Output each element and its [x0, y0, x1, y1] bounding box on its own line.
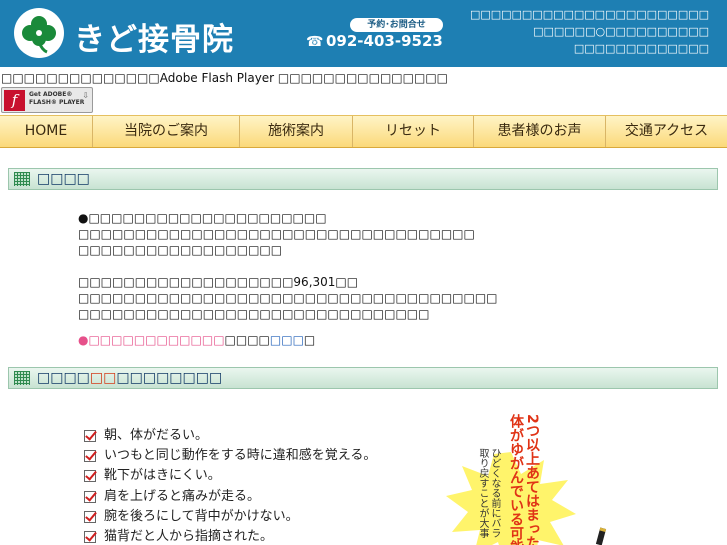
list-item-text: 肩を上げると痛みが走る。 — [104, 488, 261, 504]
list-item: いつもと同じ動作をする時に違和感を覚える。 — [84, 446, 376, 466]
section-title: □□□□□□□□□□□□□□ — [37, 370, 222, 386]
header-info: □□□□□□□□□□□□□□□□□□□□□□□ □□□□□□○□□□□□□□□□… — [470, 6, 709, 57]
checkmark-icon — [84, 450, 96, 463]
list-item: 朝、体がだるい。 — [84, 426, 376, 446]
section-heading: □□□□ — [8, 168, 718, 190]
grid-bullet-icon — [14, 371, 30, 385]
flash-badge-line1: Get ADOBE® — [29, 91, 73, 98]
list-item: 猫背だと人から指摘された。 — [84, 527, 376, 545]
intro-line: □□□□□□□□□□□□□□□□□□□□□□□□□□□□□□□□□□□□□ — [78, 291, 498, 305]
intro-line: □□□□□□□□□□□□□□□□□□□□□□□□□□□□□□□□□□□ — [78, 227, 475, 241]
main-nav: HOME 当院のご案内 施術案内 リセット 患者様のお声 交通アクセス — [0, 115, 727, 148]
intro-line: □□□□□□□□□□□□□□□□□□□□□□□□□□□□□□□ — [78, 307, 430, 321]
list-item-text: 靴下がはきにくい。 — [104, 468, 221, 484]
callout-sub-col: ひどくなる前にバラ — [489, 448, 500, 538]
nav-reset[interactable]: リセット — [353, 116, 474, 147]
nav-treatment[interactable]: 施術案内 — [240, 116, 353, 147]
list-item-text: いつもと同じ動作をする時に違和感を覚える。 — [104, 448, 377, 464]
flash-badge-line2: FLASH® PLAYER — [29, 99, 85, 106]
callout-main-col: 2つ以上あてはまった — [524, 414, 540, 545]
checkmark-icon — [84, 470, 96, 483]
link-line-text: □□□□ — [224, 333, 270, 347]
section-title-part: □□□□□□□□ — [116, 370, 223, 386]
link-line: ●□□□□□□□□□□□□□□□□□□□□ — [78, 332, 315, 348]
intro-line: □□□□□□□□□□□□□□□□□□□96,301□□ — [78, 275, 359, 289]
flash-notice: □□□□□□□□□□□□□□Adobe Flash Player □□□□□□□… — [1, 71, 448, 85]
pink-link[interactable]: ●□□□□□□□□□□□□ — [78, 333, 225, 347]
nav-home[interactable]: HOME — [0, 116, 93, 147]
site-title[interactable]: きど接骨院 — [74, 14, 234, 59]
callout-sub-text: ひどくなる前にバラ 取り戻すことが大事 — [476, 448, 500, 538]
nav-access[interactable]: 交通アクセス — [606, 116, 727, 147]
list-item-text: 朝、体がだるい。 — [104, 428, 209, 444]
section-title-highlight: □□ — [89, 370, 117, 386]
nav-testimonials[interactable]: 患者様のお声 — [474, 116, 606, 147]
checkmark-icon — [84, 490, 96, 503]
callout-main-col: 体がゆがんでいる可能性 — [508, 414, 524, 545]
section-heading: □□□□□□□□□□□□□□ — [8, 367, 718, 389]
symptom-checklist: 朝、体がだるい。 いつもと同じ動作をする時に違和感を覚える。 靴下がはきにくい。… — [84, 426, 376, 545]
site-header: きど接骨院 予約･お問合せ ☎ 092-403-9523 □□□□□□□□□□□□… — [0, 0, 727, 67]
intro-line: □□□□□□□□□□□□□□□□□□ — [78, 243, 283, 257]
telephone-icon: ☎ — [306, 34, 324, 50]
contact-button[interactable]: 予約･お問合せ — [350, 18, 443, 32]
callout-main-text: 2つ以上あてはまった 体がゆがんでいる可能性 — [508, 414, 540, 545]
grid-bullet-icon — [14, 172, 30, 186]
flash-icon: f — [4, 90, 25, 111]
section-title: □□□□ — [37, 171, 90, 187]
section-title-part: □□□□ — [37, 370, 90, 386]
link-line-tail: □ — [303, 333, 316, 347]
checkmark-icon — [84, 531, 96, 544]
checkmark-icon — [84, 510, 96, 523]
phone-number: ☎ 092-403-9523 — [306, 32, 443, 50]
list-item: 肩を上げると痛みが走る。 — [84, 487, 376, 507]
list-item: 靴下がはきにくい。 — [84, 466, 376, 486]
header-info-line: □□□□□□□□□□□□□□□□□□□□□□□ — [469, 8, 709, 21]
intro-line: ●□□□□□□□□□□□□□□□□□□□□□ — [78, 211, 327, 225]
callout-sub-col: 取り戻すことが大事 — [477, 448, 488, 538]
nav-about[interactable]: 当院のご案内 — [93, 116, 240, 147]
download-arrow-icon: ⇩ — [82, 91, 89, 100]
blue-link[interactable]: □□□ — [270, 333, 304, 347]
list-item-text: 猫背だと人から指摘された。 — [104, 529, 274, 545]
list-item: 腕を後ろにして背中がかけない。 — [84, 507, 376, 527]
header-info-line: □□□□□□○□□□□□□□□□□ — [533, 25, 709, 38]
list-item-text: 腕を後ろにして背中がかけない。 — [104, 508, 299, 524]
get-flash-player-button[interactable]: f Get ADOBE® FLASH® PLAYER ⇩ — [1, 87, 93, 113]
clover-logo-icon[interactable] — [14, 8, 64, 58]
phone-number-text: 092-403-9523 — [326, 32, 443, 50]
callout-graphic: 2つ以上あてはまった 体がゆがんでいる可能性 ひどくなる前にバラ 取り戻すことが大事 — [440, 410, 600, 545]
header-info-line: □□□□□□□□□□□□□ — [573, 42, 709, 55]
checkmark-icon — [84, 430, 96, 443]
flash-badge-text: Get ADOBE® FLASH® PLAYER — [29, 91, 84, 107]
